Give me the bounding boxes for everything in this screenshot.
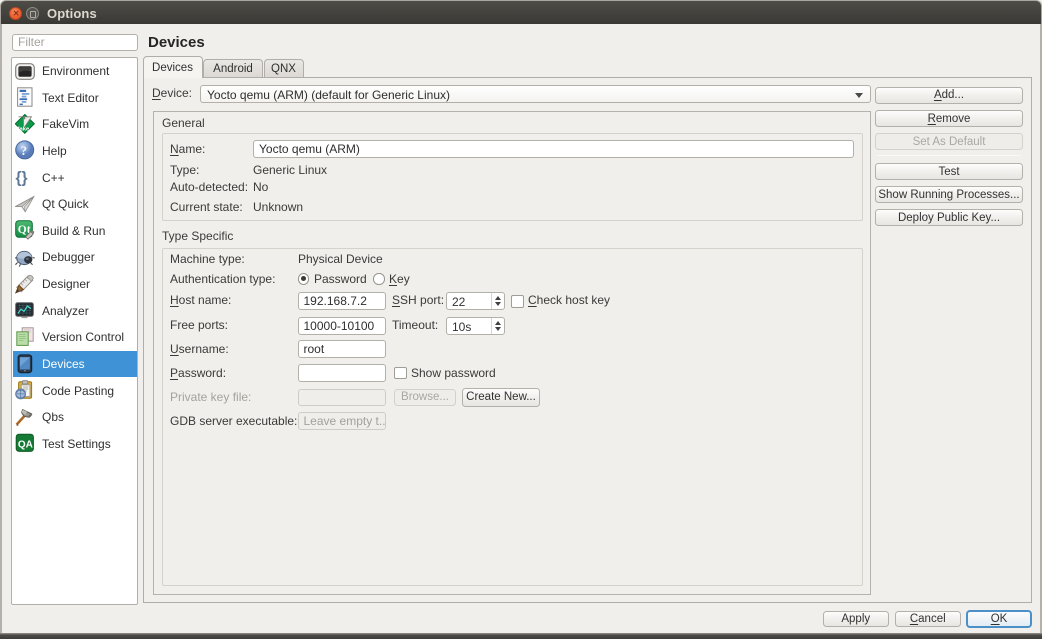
- svg-text:fake: fake: [18, 126, 30, 132]
- svg-text:?: ?: [21, 143, 28, 158]
- svg-text:QA: QA: [18, 440, 33, 451]
- svg-text:{}: {}: [16, 170, 28, 187]
